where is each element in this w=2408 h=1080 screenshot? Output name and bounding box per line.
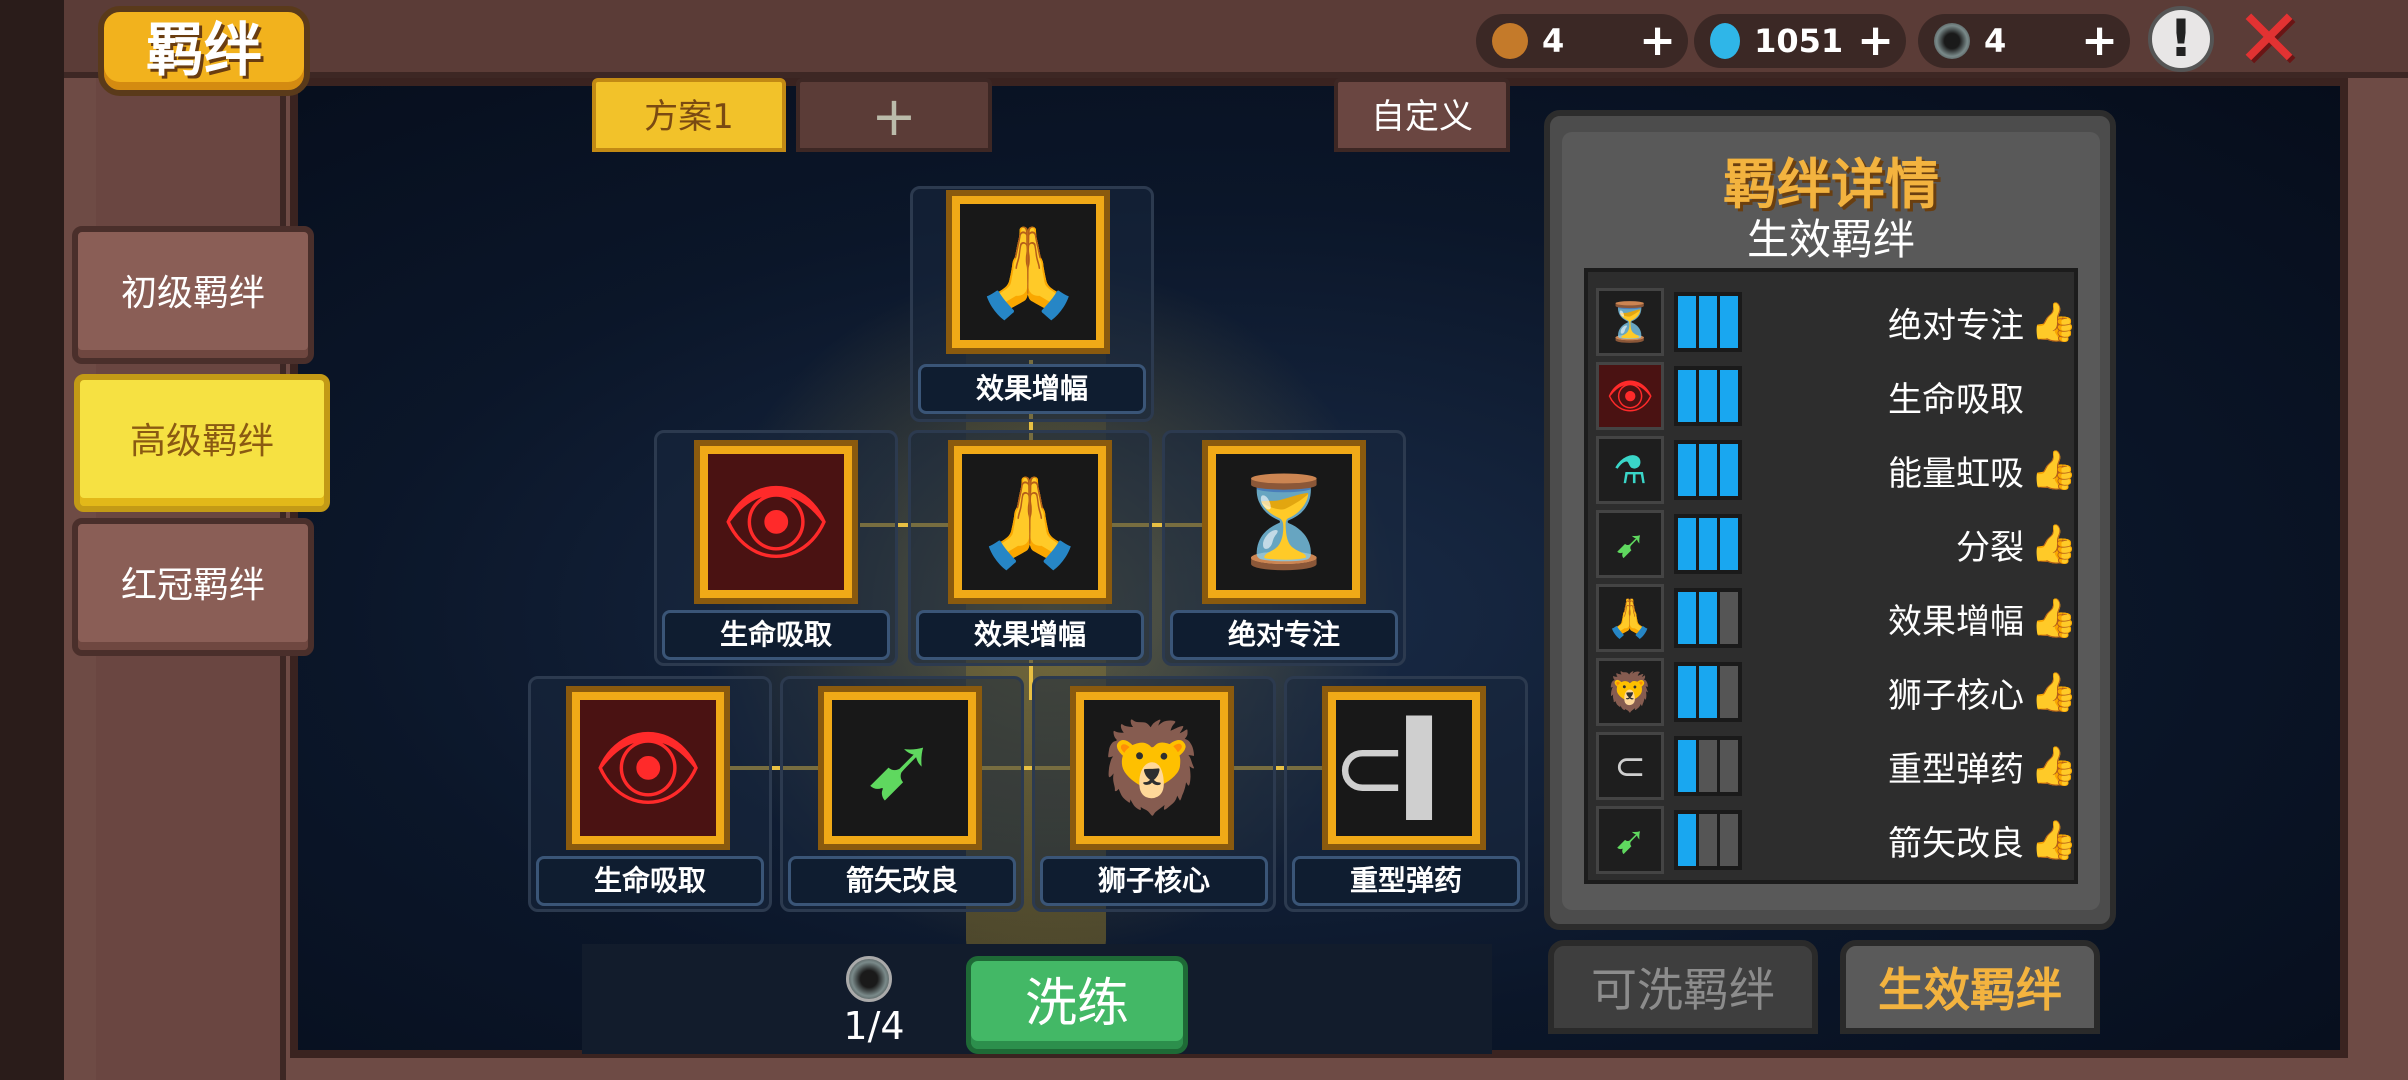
bond-slot-label: 生命吸取 xyxy=(536,856,764,906)
level-bars xyxy=(1674,810,1742,870)
list-item[interactable]: ⚗ 能量虹吸 👍 xyxy=(1596,436,2078,504)
upgrade-icon: 👍 xyxy=(2030,447,2078,492)
bond-slot-label: 效果增幅 xyxy=(916,610,1144,660)
upgrade-icon: 👍 xyxy=(2030,595,2078,640)
refine-button[interactable]: 洗练 xyxy=(966,956,1188,1054)
lion-icon: 🦁 xyxy=(1070,686,1234,850)
refine-count: 1/4 xyxy=(843,1004,905,1048)
bond-slot-label: 绝对专注 xyxy=(1170,610,1398,660)
bond-name: 生命吸取 xyxy=(1888,379,2024,420)
list-item[interactable]: ⊂ 重型弹药 👍 xyxy=(1596,732,2078,800)
hands-icon: 🙏 xyxy=(948,440,1112,604)
resource-ring: 4 + xyxy=(1918,14,2130,68)
hands-icon: 🙏 xyxy=(1596,584,1664,652)
red-eyes-icon: 👁 xyxy=(566,686,730,850)
resource-ring-value: 4 xyxy=(1984,22,2007,60)
bond-name: 能量虹吸 xyxy=(1888,453,2024,494)
upgrade-icon: 👍 xyxy=(2030,669,2078,714)
hourglass-icon: ⏳ xyxy=(1202,440,1366,604)
custom-button[interactable]: 自定义 xyxy=(1334,78,1510,152)
upgrade-icon: 👍 xyxy=(2030,299,2078,344)
bullet-icon: ⊂ xyxy=(1596,732,1664,800)
sidebar-item-redcrown[interactable]: 红冠羁绊 xyxy=(72,518,314,656)
resource-gem-value: 1051 xyxy=(1754,22,1844,60)
gem-icon xyxy=(1710,23,1741,59)
add-ring-button[interactable]: + xyxy=(2081,19,2118,63)
upgrade-icon: 👍 xyxy=(2030,817,2078,862)
resource-horn: 4 + xyxy=(1476,14,1688,68)
add-plan-button[interactable]: + xyxy=(796,78,992,152)
arrows-icon: ➹ xyxy=(818,686,982,850)
ring-icon xyxy=(1934,23,1970,59)
list-item[interactable]: ➹ 分裂 👍 xyxy=(1596,510,2078,578)
red-eyes-icon: 👁 xyxy=(1596,362,1664,430)
tab-active-bonds[interactable]: 生效羁绊 xyxy=(1840,940,2100,1034)
tab-refinable-bonds[interactable]: 可洗羁绊 xyxy=(1548,940,1818,1034)
list-item[interactable]: 👁 生命吸取 xyxy=(1596,362,2076,430)
bullet-icon: ⊂▍ xyxy=(1322,686,1486,850)
detail-subtitle: 生效羁绊 xyxy=(1746,215,1915,264)
level-bars xyxy=(1674,514,1742,574)
bond-name: 绝对专注 xyxy=(1888,305,2024,346)
page-title: 羁绊 xyxy=(98,6,310,96)
resource-horn-value: 4 xyxy=(1542,22,1565,60)
bond-slot-label: 效果增幅 xyxy=(918,364,1146,414)
add-horn-button[interactable]: + xyxy=(1639,19,1676,63)
level-bars xyxy=(1674,440,1742,500)
level-bars xyxy=(1674,736,1742,796)
ring-icon xyxy=(846,956,892,1002)
upgrade-icon: 👍 xyxy=(2030,743,2078,788)
hourglass-icon: ⏳ xyxy=(1596,288,1664,356)
resource-gem: 1051 + xyxy=(1694,14,1906,68)
list-item[interactable]: ➹ 箭矢改良 👍 xyxy=(1596,806,2078,874)
list-item[interactable]: ⏳ 绝对专注 👍 xyxy=(1596,288,2078,356)
bond-name: 重型弹药 xyxy=(1888,749,2024,790)
bond-name: 分裂 xyxy=(1956,527,2024,568)
lion-icon: 🦁 xyxy=(1596,658,1664,726)
horn-icon xyxy=(1492,23,1528,59)
split-icon: ➹ xyxy=(1596,510,1664,578)
arrows-icon: ➹ xyxy=(1596,806,1664,874)
bond-slot-label: 重型弹药 xyxy=(1292,856,1520,906)
hands-icon: 🙏 xyxy=(946,190,1110,354)
bond-name: 效果增幅 xyxy=(1888,601,2024,642)
level-bars xyxy=(1674,366,1742,426)
bond-name: 狮子核心 xyxy=(1888,675,2024,716)
bond-slot-label: 狮子核心 xyxy=(1040,856,1268,906)
info-button[interactable]: ! xyxy=(2148,6,2214,72)
sidebar-item-advanced[interactable]: 高级羁绊 xyxy=(74,374,330,512)
sidebar-item-basic[interactable]: 初级羁绊 xyxy=(72,226,314,364)
close-button[interactable]: ✕ xyxy=(2234,0,2304,79)
level-bars xyxy=(1674,588,1742,648)
siphon-icon: ⚗ xyxy=(1596,436,1664,504)
tab-plan-1[interactable]: 方案1 xyxy=(592,78,786,152)
level-bars xyxy=(1674,662,1742,722)
bond-slot-label: 生命吸取 xyxy=(662,610,890,660)
list-item[interactable]: 🙏 效果增幅 👍 xyxy=(1596,584,2078,652)
bond-name: 箭矢改良 xyxy=(1888,823,2024,864)
bond-slot-label: 箭矢改良 xyxy=(788,856,1016,906)
list-item[interactable]: 🦁 狮子核心 👍 xyxy=(1596,658,2078,726)
level-bars xyxy=(1674,292,1742,352)
add-gem-button[interactable]: + xyxy=(1857,19,1894,63)
upgrade-icon: 👍 xyxy=(2030,521,2078,566)
red-eyes-icon: 👁 xyxy=(694,440,858,604)
